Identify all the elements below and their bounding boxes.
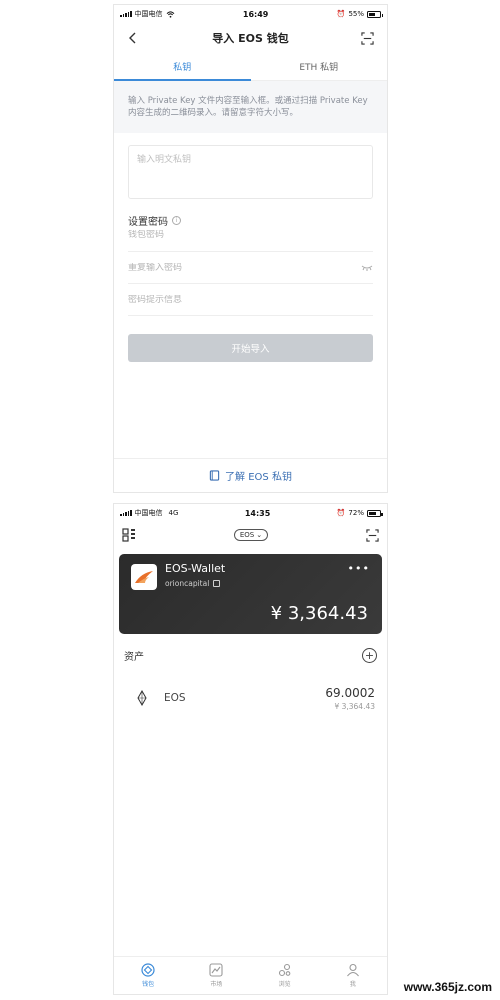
wallet-account: orioncapital bbox=[165, 579, 210, 588]
status-bar: 中国电信 4G 14:35 ⏰ 72% bbox=[114, 504, 387, 522]
network-type: 4G bbox=[168, 509, 179, 517]
alarm-icon: ⏰ bbox=[336, 10, 346, 18]
wallet-account-row: orioncapital bbox=[165, 579, 221, 588]
tab-market-label: 市场 bbox=[210, 981, 223, 988]
back-icon[interactable] bbox=[126, 31, 140, 45]
eos-token-icon bbox=[137, 690, 147, 706]
tab-wallet-label: 钱包 bbox=[142, 981, 155, 988]
signal-icon bbox=[120, 11, 132, 17]
browse-icon bbox=[278, 963, 290, 977]
tab-private-key[interactable]: 私钥 bbox=[114, 53, 251, 81]
password-hint-field bbox=[128, 284, 373, 316]
scan-icon[interactable] bbox=[361, 31, 375, 45]
bottom-tab-bar: 钱包 市场 浏览 我 bbox=[114, 956, 387, 994]
repeat-password-field bbox=[128, 252, 373, 284]
tab-profile-label: 我 bbox=[349, 981, 356, 988]
signal-icon bbox=[120, 510, 132, 516]
private-key-input[interactable] bbox=[137, 152, 364, 192]
repeat-password-input[interactable] bbox=[128, 262, 328, 273]
battery-icon bbox=[366, 509, 383, 517]
profile-icon bbox=[346, 963, 359, 977]
asset-amount: 69.0002 bbox=[325, 685, 375, 700]
watermark: www.365jz.com bbox=[403, 980, 492, 994]
market-icon bbox=[209, 963, 223, 977]
wallet-balance: ¥ 3,364.43 bbox=[270, 603, 368, 624]
battery-icon bbox=[367, 10, 383, 18]
assets-title: 资产 bbox=[124, 652, 144, 663]
password-hint-input[interactable] bbox=[128, 294, 328, 305]
asset-row-eos[interactable]: EOS 69.0002 ¥ 3,364.43 bbox=[136, 681, 375, 715]
eye-closed-icon[interactable] bbox=[361, 264, 373, 272]
alarm-icon: ⏰ bbox=[336, 509, 346, 517]
tab-profile[interactable]: 我 bbox=[319, 957, 387, 994]
qr-code-icon[interactable] bbox=[122, 528, 136, 542]
info-icon[interactable]: i bbox=[172, 216, 181, 225]
network-selector-label: EOS bbox=[239, 531, 255, 539]
wallet-card[interactable]: EOS-Wallet orioncapital ••• ¥ 3,364.43 bbox=[119, 554, 382, 634]
carrier-label: 中国电信 bbox=[134, 10, 163, 18]
wallet-logo bbox=[131, 564, 157, 590]
wifi-icon bbox=[166, 10, 174, 18]
page-title: 导入 EOS 钱包 bbox=[212, 32, 289, 45]
assets-header: 资产 + bbox=[124, 648, 377, 663]
import-hint: 输入 Private Key 文件内容至输入框。或通过扫描 Private Ke… bbox=[114, 81, 387, 133]
clock: 14:35 bbox=[244, 508, 271, 518]
scan-icon[interactable] bbox=[366, 528, 379, 542]
start-import-button[interactable]: 开始导入 bbox=[128, 334, 373, 362]
tab-browse-label: 浏览 bbox=[278, 981, 291, 988]
copy-icon[interactable] bbox=[213, 580, 221, 587]
password-input[interactable] bbox=[128, 230, 328, 240]
tab-wallet[interactable]: 钱包 bbox=[114, 957, 182, 994]
learn-link-label: 了解 EOS 私钥 bbox=[225, 472, 292, 483]
import-type-tabs: 私钥 ETH 私钥 bbox=[114, 53, 387, 81]
add-asset-icon[interactable]: + bbox=[362, 648, 377, 663]
battery-percent: 55% bbox=[348, 10, 364, 18]
password-section-header: 设置密码 i bbox=[128, 213, 373, 228]
wallet-name: EOS-Wallet bbox=[165, 562, 226, 575]
status-bar: 中国电信 16:49 ⏰ 55% bbox=[114, 5, 387, 23]
battery-percent: 72% bbox=[348, 509, 364, 517]
carrier-label: 中国电信 bbox=[134, 509, 163, 517]
chevron-down-icon: ⌄ bbox=[256, 531, 263, 539]
wallet-top-bar: EOS ⌄ bbox=[114, 522, 387, 548]
tab-market[interactable]: 市场 bbox=[182, 957, 250, 994]
asset-fiat-value: ¥ 3,364.43 bbox=[334, 701, 375, 711]
import-wallet-screen: 中国电信 16:49 ⏰ 55% 导入 EOS 钱包 私钥 ETH 私钥 输入 … bbox=[113, 4, 388, 493]
private-key-box bbox=[128, 145, 373, 199]
wallet-logo-icon bbox=[135, 571, 153, 583]
clock: 16:49 bbox=[242, 9, 269, 19]
tab-eth-private-key[interactable]: ETH 私钥 bbox=[251, 53, 388, 80]
wallet-icon bbox=[141, 963, 155, 977]
tab-browse[interactable]: 浏览 bbox=[251, 957, 319, 994]
asset-symbol: EOS bbox=[164, 692, 186, 704]
learn-private-key-link[interactable]: 了解 EOS 私钥 bbox=[114, 458, 387, 492]
wallet-home-screen: 中国电信 4G 14:35 ⏰ 72% EOS ⌄ EOS-Wallet ori… bbox=[113, 503, 388, 995]
book-icon bbox=[209, 470, 220, 481]
password-section-title: 设置密码 bbox=[128, 217, 168, 228]
nav-bar: 导入 EOS 钱包 bbox=[114, 23, 387, 53]
password-field bbox=[128, 228, 373, 252]
more-icon[interactable]: ••• bbox=[348, 562, 370, 575]
network-selector[interactable]: EOS ⌄ bbox=[233, 529, 269, 541]
